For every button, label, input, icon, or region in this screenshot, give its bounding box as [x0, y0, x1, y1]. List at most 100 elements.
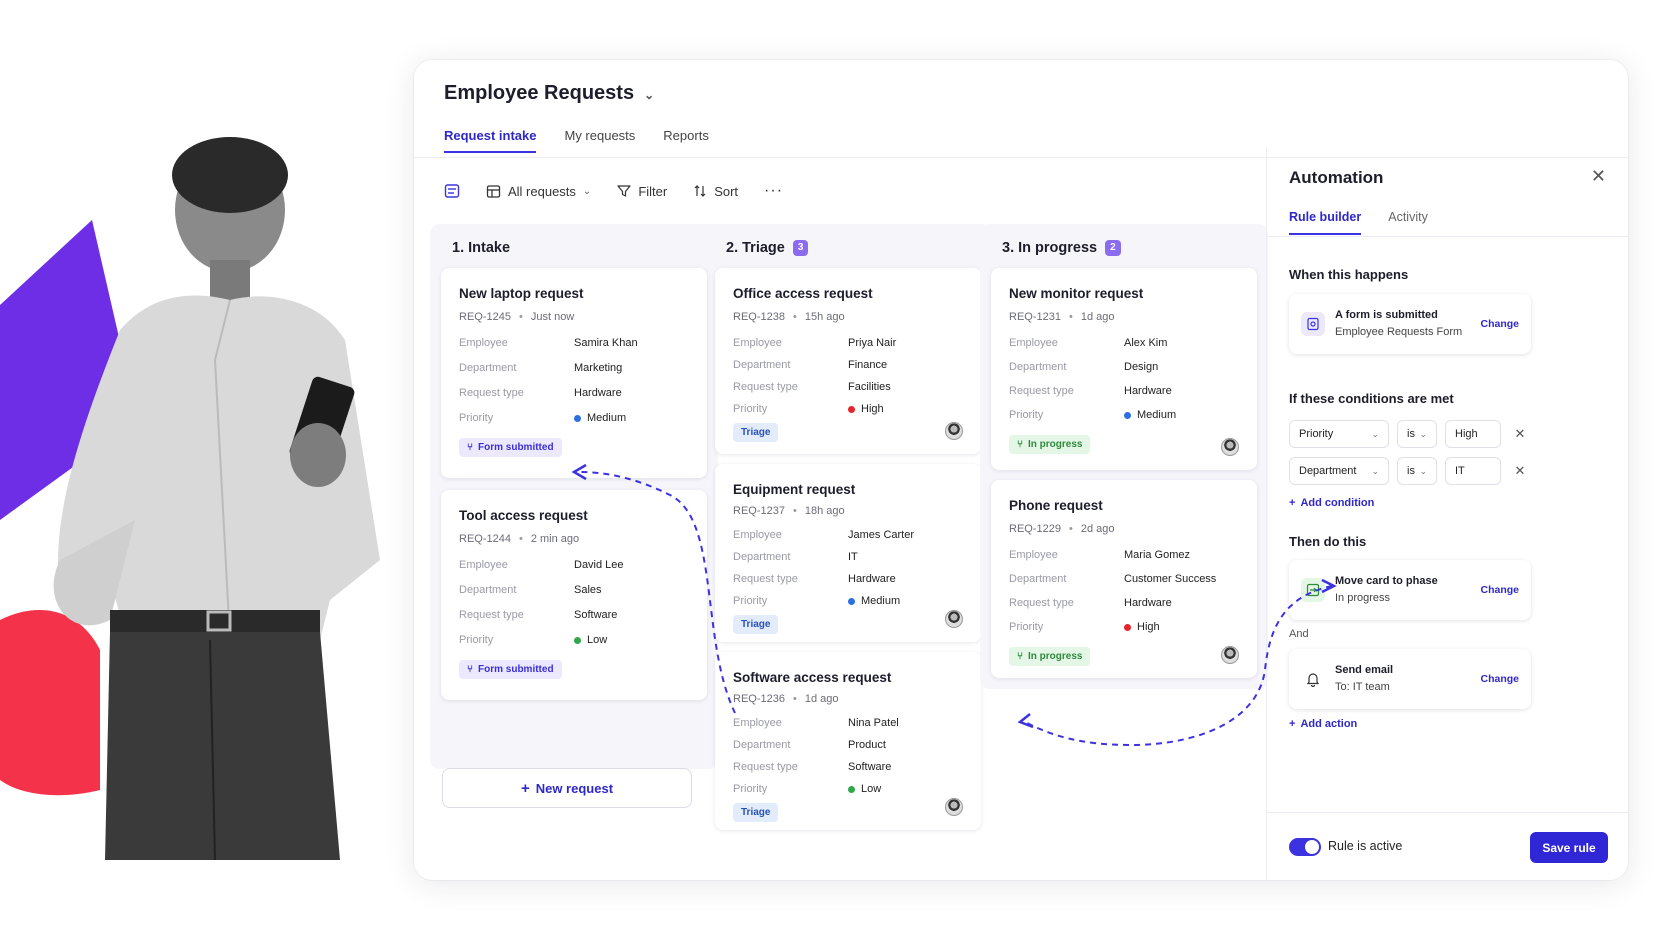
new-request-button[interactable]: + New request [442, 768, 692, 808]
request-time: 2 min ago [530, 533, 580, 545]
request-card[interactable]: New laptop request REQ-1245 • Just now Emp… [441, 268, 707, 478]
column-intake: 1. Intake New laptop request REQ-1245 • Ju… [430, 224, 718, 769]
app-title-dropdown[interactable]: Employee Requests ⌄ [444, 82, 654, 105]
request-card[interactable]: Phone request REQ-1229 • 2d ago Employee Ma… [991, 480, 1257, 678]
condition-value-input[interactable]: High [1445, 420, 1501, 448]
field-label: Request type [459, 609, 524, 621]
field-label: Department [733, 551, 791, 563]
plus-icon: + [1289, 718, 1296, 730]
select-value: is [1407, 465, 1415, 477]
priority-dot [848, 597, 855, 605]
card-title: Software access request [733, 670, 892, 685]
person-photo [53, 137, 380, 861]
trigger-title: A form is submitted [1335, 309, 1438, 321]
hero-illustration [0, 137, 380, 861]
tab-rule-builder[interactable]: Rule builder [1289, 210, 1362, 235]
more-options-icon[interactable]: ··· [764, 182, 783, 200]
condition-operator-select[interactable]: is ⌄ [1397, 457, 1437, 485]
tab-activity[interactable]: Activity [1388, 210, 1428, 235]
field-label: Priority [733, 403, 768, 415]
form-icon: ⑂ [467, 664, 473, 675]
card-fields: Employee Samira Khan Department Marketing … [459, 337, 689, 424]
priority-dot [848, 405, 855, 413]
request-card[interactable]: Equipment request REQ-1237 • 18h ago Emplo… [715, 464, 981, 642]
rule-active-toggle[interactable] [1289, 838, 1321, 856]
request-card[interactable]: New monitor request REQ-1231 • 1d ago Empl… [991, 268, 1257, 470]
status-text: In progress [1028, 651, 1083, 662]
tab-my-requests[interactable]: My requests [564, 128, 635, 153]
add-action-link[interactable]: + Add action [1289, 718, 1357, 730]
count-badge: 3 [792, 240, 809, 256]
priority-dot [1124, 623, 1131, 631]
trigger-heading: When this happens [1289, 267, 1409, 282]
card-title: New monitor request [1009, 286, 1144, 301]
request-type-value: Hardware [1124, 385, 1172, 397]
field-label: Employee [733, 717, 782, 729]
panel-tabs: Rule builder Activity [1289, 210, 1428, 235]
app-header: Employee Requests ⌄ Request intake My re… [414, 60, 1628, 158]
card-title: Phone request [1009, 498, 1103, 513]
priority-value: Medium [574, 412, 689, 424]
avatar [1221, 646, 1239, 664]
select-value: is [1407, 428, 1415, 440]
chevron-down-icon: ⌄ [1371, 428, 1379, 439]
request-card[interactable]: Office access request REQ-1238 • 15h ago E… [715, 268, 981, 454]
count-badge: 2 [1105, 240, 1121, 256]
priority-value: Medium [1124, 409, 1239, 421]
condition-field-select[interactable]: Priority ⌄ [1289, 420, 1389, 448]
request-card[interactable]: Software access request REQ-1236 • 1d ago … [715, 652, 981, 830]
priority-dot [1124, 411, 1131, 419]
field-label: Employee [733, 337, 782, 349]
board-view-icon[interactable] [444, 183, 460, 199]
input-value: High [1455, 428, 1478, 440]
rule-active-label: Rule is active [1328, 839, 1403, 853]
and-label: And [1289, 628, 1309, 640]
request-card[interactable]: Tool access request REQ-1244 • 2 min ago E… [441, 490, 707, 700]
tab-reports[interactable]: Reports [663, 128, 709, 153]
change-action-link[interactable]: Change [1480, 584, 1519, 596]
field-label: Request type [459, 387, 524, 399]
conditions-heading: If these conditions are met [1289, 391, 1454, 406]
filter-button[interactable]: Filter [617, 184, 667, 199]
remove-condition-icon[interactable]: ✕ [1509, 463, 1531, 479]
remove-condition-icon[interactable]: ✕ [1509, 426, 1531, 442]
red-shape [0, 610, 100, 796]
change-action-link[interactable]: Change [1480, 673, 1519, 685]
condition-value-input[interactable]: IT [1445, 457, 1501, 485]
field-label: Priority [459, 412, 494, 424]
employee-value: Nina Patel [848, 717, 899, 729]
input-value: IT [1455, 465, 1465, 477]
new-request-label: New request [535, 780, 614, 796]
request-id: REQ-1231 [1009, 311, 1061, 323]
action-title: Move card to phase [1335, 575, 1438, 587]
card-meta: REQ-1229 • 2d ago [1009, 523, 1115, 535]
request-type-value: Software [848, 761, 892, 773]
actions-heading: Then do this [1289, 534, 1367, 549]
divider [1267, 236, 1628, 237]
field-label: Request type [733, 573, 798, 585]
card-fields: Employee Nina Patel Department Product Req… [733, 717, 963, 795]
save-rule-button[interactable]: Save rule [1530, 832, 1608, 863]
priority-dot [848, 785, 855, 793]
condition-operator-select[interactable]: is ⌄ [1397, 420, 1437, 448]
column-header: 1. Intake [452, 240, 510, 256]
sort-button[interactable]: Sort [693, 184, 738, 199]
app-window: Employee Requests ⌄ Request intake My re… [414, 60, 1628, 880]
close-icon[interactable]: ✕ [1591, 166, 1606, 187]
column-in-progress: 3. In progress 2 New monitor request REQ-… [980, 224, 1268, 689]
card-meta: REQ-1244 • 2 min ago [459, 533, 580, 545]
tab-request-intake[interactable]: Request intake [444, 128, 537, 153]
request-id: REQ-1238 [733, 311, 785, 323]
action-box: Move card to phase In progress Change [1289, 560, 1531, 620]
field-label: Department [1009, 573, 1067, 585]
change-trigger-link[interactable]: Change [1480, 318, 1519, 330]
sort-icon [693, 184, 707, 198]
request-time: Just now [530, 311, 575, 323]
chevron-down-icon: ⌄ [582, 185, 592, 197]
view-label: All requests [508, 183, 576, 199]
condition-field-select[interactable]: Department ⌄ [1289, 457, 1389, 485]
all-requests-dropdown[interactable]: All requests ⌄ [486, 184, 591, 199]
employee-value: Samira Khan [574, 337, 638, 349]
add-condition-link[interactable]: + Add condition [1289, 497, 1374, 509]
card-fields: Employee David Lee Department Sales Reques… [459, 559, 689, 646]
